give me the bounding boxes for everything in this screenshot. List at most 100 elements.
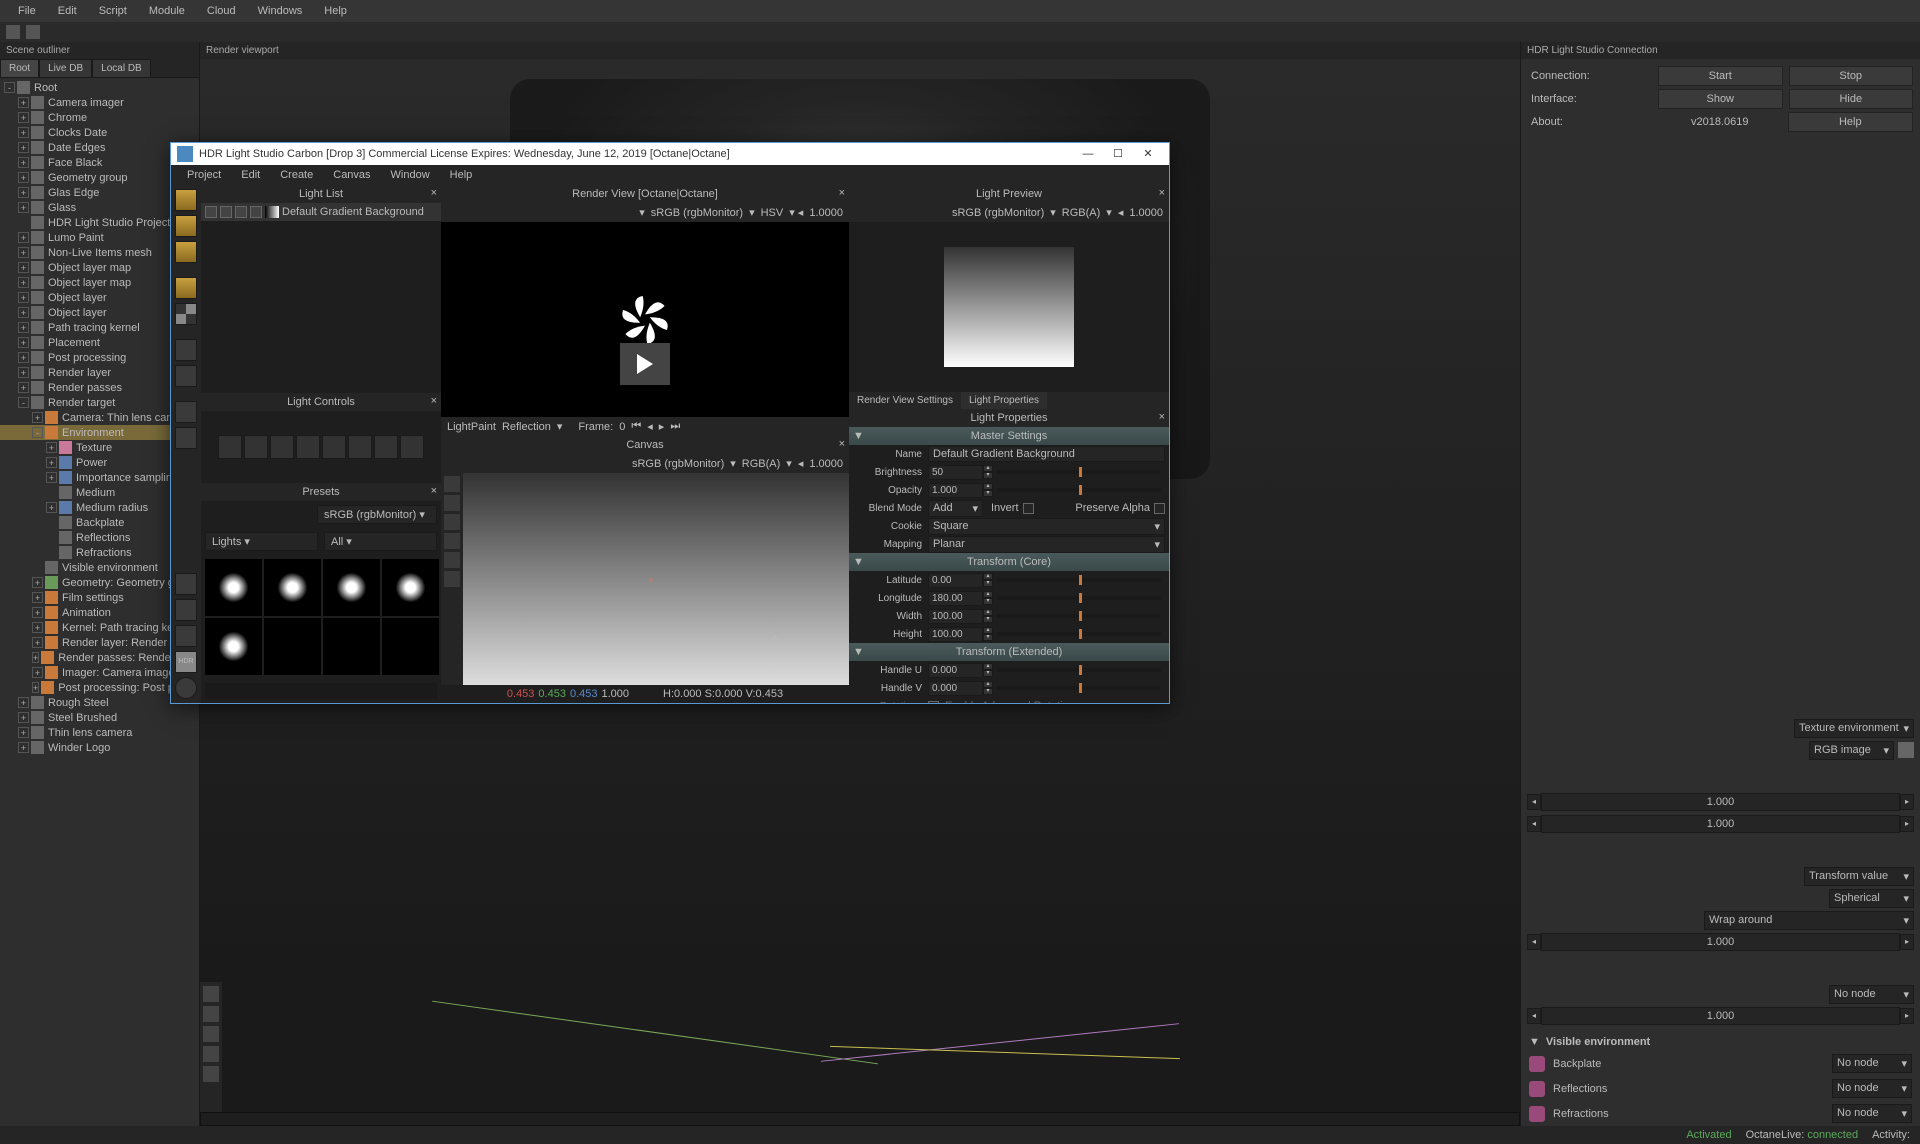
spinner[interactable]: ▴▾	[983, 681, 993, 695]
backplate-dropdown[interactable]: No node▾	[1832, 1054, 1912, 1073]
close-icon[interactable]: ×	[431, 187, 437, 199]
hls-menu-project[interactable]: Project	[177, 166, 231, 184]
slider-right-icon[interactable]: ▸	[1900, 816, 1914, 832]
tool-icon[interactable]	[175, 339, 197, 361]
close-icon[interactable]: ×	[431, 485, 437, 497]
nonode-dropdown[interactable]: No node▾	[1829, 985, 1914, 1004]
preset-thumb[interactable]	[205, 559, 262, 616]
spinner[interactable]: ▴▾	[983, 573, 993, 587]
panel-icon[interactable]	[175, 625, 197, 647]
longitude-slider[interactable]	[997, 596, 1161, 600]
hls-menu-edit[interactable]: Edit	[231, 166, 270, 184]
start-button[interactable]: Start	[1658, 66, 1783, 86]
light-preview[interactable]	[849, 222, 1169, 392]
slider-left-icon[interactable]: ◂	[1527, 1008, 1541, 1024]
ng-tool-icon[interactable]	[203, 986, 219, 1002]
rotations-checkbox[interactable]	[928, 701, 939, 704]
handleu-slider[interactable]	[997, 668, 1161, 672]
gear-icon[interactable]	[175, 573, 197, 595]
play-button-icon[interactable]	[620, 343, 670, 385]
tab-root[interactable]: Root	[0, 59, 39, 77]
tree-item[interactable]: +Steel Brushed	[0, 710, 199, 725]
transform-dropdown[interactable]: Transform value▾	[1804, 867, 1914, 886]
spinner[interactable]: ▴▾	[983, 465, 993, 479]
lc-button[interactable]	[218, 435, 242, 459]
tool-icon[interactable]	[175, 427, 197, 449]
hls-menu-canvas[interactable]: Canvas	[323, 166, 380, 184]
brightness-input[interactable]	[928, 465, 983, 480]
handlev-slider[interactable]	[997, 686, 1161, 690]
colorspace-dropdown[interactable]: sRGB (rgbMonitor)	[632, 458, 724, 470]
height-slider[interactable]	[997, 632, 1161, 636]
colorspace-dropdown[interactable]: sRGB (rgbMonitor) ▾	[317, 505, 437, 524]
invert-checkbox[interactable]	[1023, 503, 1034, 514]
slider-right-icon[interactable]: ▸	[1900, 1008, 1914, 1024]
lc-button[interactable]	[322, 435, 346, 459]
tree-item[interactable]: +Chrome	[0, 110, 199, 125]
tree-item[interactable]: +Thin lens camera	[0, 725, 199, 740]
minimize-icon[interactable]: —	[1073, 144, 1103, 164]
lc-button[interactable]	[400, 435, 424, 459]
reflections-dropdown[interactable]: No node▾	[1832, 1079, 1912, 1098]
transform-core-header[interactable]: ▼Transform (Core)	[849, 553, 1169, 571]
light-list[interactable]: Default Gradient Background	[201, 203, 441, 393]
vis-checkbox[interactable]	[205, 206, 217, 218]
refractions-dropdown[interactable]: No node▾	[1832, 1104, 1912, 1123]
canvas-tool-icon[interactable]	[444, 552, 460, 568]
close-icon[interactable]: ×	[431, 395, 437, 407]
blend-dropdown[interactable]: Add▾	[928, 500, 983, 517]
preset-thumb[interactable]	[382, 618, 439, 675]
show-button[interactable]: Show	[1658, 89, 1783, 109]
checker-icon[interactable]: ◂	[1118, 206, 1124, 219]
render-view[interactable]	[441, 222, 849, 417]
colorspace-label[interactable]: sRGB (rgbMonitor)	[651, 207, 743, 219]
frame-value[interactable]: 0	[619, 421, 625, 433]
close-icon[interactable]: ✕	[1133, 144, 1163, 164]
help-button[interactable]: Help	[1788, 112, 1914, 132]
lc-button[interactable]	[348, 435, 372, 459]
hsv-label[interactable]: HSV	[761, 207, 784, 219]
ng-tool-icon[interactable]	[203, 1046, 219, 1062]
frame-nav-icon[interactable]: ◂	[647, 420, 653, 433]
menu-edit[interactable]: Edit	[48, 1, 87, 21]
hide-button[interactable]: Hide	[1789, 89, 1914, 109]
frame-nav-icon[interactable]: ⏮	[631, 420, 641, 433]
tree-root[interactable]: -Root	[0, 80, 199, 95]
slider-left-icon[interactable]: ◂	[1527, 816, 1541, 832]
canvas-tool-icon[interactable]	[444, 571, 460, 587]
menu-module[interactable]: Module	[139, 1, 195, 21]
handlev-input[interactable]	[928, 681, 983, 696]
canvas-tool-icon[interactable]	[444, 514, 460, 530]
border-dropdown[interactable]: Wrap around▾	[1704, 911, 1914, 930]
canvas-tool-icon[interactable]	[444, 533, 460, 549]
frame-nav-icon[interactable]: ▸	[659, 420, 665, 433]
rgba-dropdown[interactable]: RGB(A)	[742, 458, 781, 470]
preserve-checkbox[interactable]	[1154, 503, 1165, 514]
height-input[interactable]	[928, 627, 983, 642]
frame-nav-icon[interactable]: ⏭	[670, 420, 680, 433]
slider-right-icon[interactable]: ▸	[1900, 794, 1914, 810]
close-icon[interactable]: ×	[839, 438, 845, 450]
slider-value[interactable]: 1.000	[1541, 793, 1900, 811]
lc-button[interactable]	[296, 435, 320, 459]
slider-left-icon[interactable]: ◂	[1527, 934, 1541, 950]
slider-value[interactable]: 1.000	[1541, 815, 1900, 833]
rgba-dropdown[interactable]: RGB(A)	[1062, 207, 1101, 219]
slider-value[interactable]: 1.000	[1541, 933, 1900, 951]
preset-thumb[interactable]	[323, 559, 380, 616]
lc-button[interactable]	[374, 435, 398, 459]
preset-filter-dropdown[interactable]: All ▾	[324, 532, 437, 551]
visenv-header[interactable]: ▼ Visible environment	[1521, 1033, 1920, 1051]
slider-right-icon[interactable]: ▸	[1900, 934, 1914, 950]
spinner[interactable]: ▴▾	[983, 663, 993, 677]
close-icon[interactable]: ×	[839, 187, 845, 199]
cookie-dropdown[interactable]: Square▾	[928, 518, 1165, 535]
exposure-value[interactable]: 1.0000	[809, 458, 843, 470]
transform-ext-header[interactable]: ▼Transform (Extended)	[849, 643, 1169, 661]
tab-light-properties[interactable]: Light Properties	[961, 392, 1047, 409]
tool-icon[interactable]	[175, 277, 197, 299]
hls-menu-help[interactable]: Help	[440, 166, 483, 184]
longitude-input[interactable]	[928, 591, 983, 606]
close-icon[interactable]: ×	[1159, 411, 1165, 423]
tree-item[interactable]: +Clocks Date	[0, 125, 199, 140]
